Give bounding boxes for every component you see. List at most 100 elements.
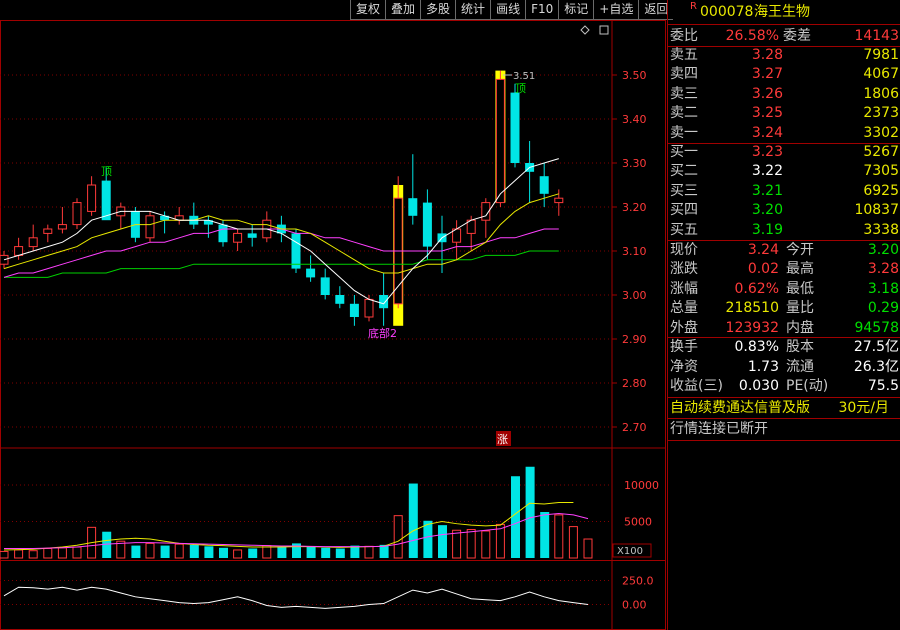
stat-label: 总量 bbox=[670, 300, 698, 317]
bid-row[interactable]: 买五 3.19 3338 bbox=[668, 221, 900, 240]
level-price: 3.19 bbox=[751, 221, 783, 238]
volume-bar-up bbox=[233, 549, 243, 559]
bottom-mark: 底部2 bbox=[368, 326, 397, 340]
high-price-label: 3.51 bbox=[513, 71, 535, 82]
candle-body-down bbox=[291, 233, 301, 269]
stat-label: 流通 bbox=[786, 358, 814, 375]
toolbar-button[interactable]: 复权 bbox=[350, 0, 386, 20]
fundamental-row: 收益(三) 0.030 PE(动) 75.5 bbox=[668, 377, 900, 396]
toolbar-button[interactable]: 标记 bbox=[558, 0, 594, 20]
level-volume: 3302 bbox=[863, 124, 899, 141]
volume-bar-down bbox=[277, 547, 287, 558]
ask-row[interactable]: 卖三 3.26 1806 bbox=[668, 85, 900, 104]
volume-bar-up bbox=[393, 515, 403, 559]
stat-value: 0.29 bbox=[867, 300, 899, 317]
level-price: 3.25 bbox=[751, 105, 783, 122]
stat-label: 收益(三) bbox=[670, 378, 723, 395]
ask-row[interactable]: 卖五 3.28 7981 bbox=[668, 46, 900, 65]
bid-row[interactable]: 买二 3.22 7305 bbox=[668, 162, 900, 181]
stock-code: 000078 bbox=[700, 4, 754, 20]
toolbar-button[interactable]: 叠加 bbox=[385, 0, 421, 20]
stat-label: 涨幅 bbox=[670, 280, 698, 297]
level-price: 3.26 bbox=[751, 85, 783, 102]
price-tick-label: 3.20 bbox=[622, 201, 647, 214]
promo-text: 自动续费通达信普及版 bbox=[670, 400, 810, 416]
level-label: 卖二 bbox=[670, 105, 698, 122]
ask-row[interactable]: 卖一 3.24 3302 bbox=[668, 124, 900, 143]
kline-chart[interactable]: 3.50 3.40 3.30 3.20 3.10 3.00 2.90 2.80 2.70 1000… bbox=[0, 20, 666, 630]
volume-bar-up bbox=[583, 538, 593, 559]
quote-row: 现价 3.24 今开 3.20 bbox=[668, 241, 900, 260]
candle-body-up bbox=[554, 197, 564, 204]
level-label: 买二 bbox=[670, 163, 698, 180]
level-label: 卖一 bbox=[670, 124, 698, 141]
chart-toolbar: 复权 叠加 多股 统计 画线 F10 标记 +自选 返回 bbox=[350, 0, 674, 20]
ask-row[interactable]: 卖四 3.27 4067 bbox=[668, 65, 900, 84]
level-volume: 10837 bbox=[854, 202, 899, 219]
stat-label: 现价 bbox=[670, 242, 698, 258]
stat-value: 1.73 bbox=[747, 358, 779, 375]
price-tick-label: 3.40 bbox=[622, 113, 647, 126]
bid-row[interactable]: 买一 3.23 5267 bbox=[668, 143, 900, 162]
stat-label: 最低 bbox=[786, 280, 814, 297]
volume-bar-down bbox=[219, 547, 228, 558]
price-tick-label: 2.90 bbox=[622, 333, 647, 346]
volume-bar-down bbox=[321, 547, 331, 558]
indicator-tick-label: 250.0 bbox=[622, 575, 654, 588]
candle-body-down bbox=[101, 180, 111, 221]
level-label: 买五 bbox=[670, 221, 698, 238]
ask-row[interactable]: 卖二 3.25 2373 bbox=[668, 104, 900, 123]
level-volume: 7981 bbox=[863, 47, 899, 63]
level-label: 卖五 bbox=[670, 47, 698, 63]
level-volume: 3338 bbox=[863, 221, 899, 238]
candle-body-up bbox=[233, 232, 243, 243]
indicator-tick-label: 0.00 bbox=[622, 599, 647, 612]
level-label: 卖三 bbox=[670, 85, 698, 102]
level-price: 3.22 bbox=[751, 163, 783, 180]
toolbar-button[interactable]: 画线 bbox=[490, 0, 526, 20]
stat-value: 0.83% bbox=[734, 339, 779, 355]
level-price: 3.27 bbox=[751, 66, 783, 83]
price-tick-label: 2.80 bbox=[622, 377, 647, 390]
volume-tick-label: 10000 bbox=[624, 479, 659, 492]
stat-value: 123932 bbox=[725, 319, 779, 336]
volume-bar-up bbox=[466, 529, 476, 559]
ma60-line bbox=[4, 250, 559, 278]
bid-row[interactable]: 买四 3.20 10837 bbox=[668, 201, 900, 220]
candle-body-down bbox=[539, 176, 549, 194]
toolbar-button[interactable]: F10 bbox=[525, 0, 559, 20]
candle-body-down bbox=[218, 224, 228, 243]
volume-bar-down bbox=[511, 476, 520, 558]
toolbar-button[interactable]: 统计 bbox=[455, 0, 491, 20]
candle-body-down bbox=[247, 233, 257, 238]
volume-bar-up bbox=[145, 542, 155, 559]
bid-row[interactable]: 买三 3.21 6925 bbox=[668, 182, 900, 201]
volume-bar-down bbox=[438, 525, 447, 558]
candle-body-up bbox=[87, 184, 97, 212]
stat-value: 75.5 bbox=[867, 378, 899, 395]
level-price: 3.21 bbox=[751, 182, 783, 199]
volume-bar-down bbox=[204, 546, 214, 558]
toolbar-button[interactable]: 多股 bbox=[420, 0, 456, 20]
stock-header: R 000078 海王生物 bbox=[668, 0, 900, 24]
level-label: 买四 bbox=[670, 202, 698, 219]
volume-bar-down bbox=[540, 512, 550, 558]
volume-bar-up bbox=[174, 543, 184, 559]
chart-canvas: 3.50 3.40 3.30 3.20 3.10 3.00 2.90 2.80 2.70 1000… bbox=[0, 20, 666, 630]
price-tick-label: 3.10 bbox=[622, 245, 647, 258]
level-price: 3.24 bbox=[751, 124, 783, 141]
level-label: 买一 bbox=[670, 144, 698, 160]
fundamental-row: 净资 1.73 流通 26.3亿 bbox=[668, 358, 900, 377]
volume-bar-up bbox=[452, 529, 462, 559]
quote-row: 涨跌 0.02 最高 3.28 bbox=[668, 260, 900, 279]
volume-bar-down bbox=[408, 483, 418, 558]
volume-bar-up bbox=[568, 526, 578, 559]
stat-label: 内盘 bbox=[786, 319, 814, 336]
candle-body-down bbox=[408, 198, 418, 216]
stat-value: 218510 bbox=[725, 300, 779, 317]
candle-body-up bbox=[57, 224, 67, 230]
promo-link[interactable]: 自动续费通达信普及版 30元/月 bbox=[668, 397, 900, 419]
stat-label: 换手 bbox=[670, 339, 698, 355]
toolbar-button[interactable]: +自选 bbox=[593, 0, 639, 20]
volume-bar-down bbox=[423, 520, 433, 558]
